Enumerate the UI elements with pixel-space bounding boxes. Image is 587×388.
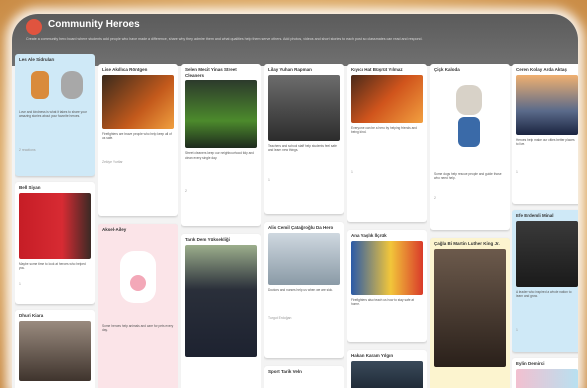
- post-title: Selen Mecit Yinas Street Cleaners: [185, 67, 237, 78]
- post-image: [19, 64, 91, 107]
- post-image: [102, 234, 174, 321]
- post-title: Aksel-Ailey: [102, 227, 127, 232]
- post-card[interactable]: Sport Tarik Veln: [264, 366, 344, 388]
- post-image: [102, 74, 174, 129]
- post-image: [185, 80, 257, 148]
- post-meta: Zekiye Yurtlar: [102, 159, 123, 164]
- post-meta: Turgut Erdoğan: [268, 315, 292, 320]
- post-meta: 2 reactions: [19, 147, 36, 152]
- post-card[interactable]: Lise Akıllıca Röntgen Firefighters are b…: [98, 64, 178, 216]
- post-card[interactable]: Alis Cemil Çatağroğlu Da Hero Doctors an…: [264, 222, 344, 358]
- post-card[interactable]: Efe Erdemli Minal A leader who inspired …: [512, 210, 578, 352]
- post-card[interactable]: Dhuri Kiara: [15, 310, 95, 388]
- board-column-7: Ceren Kolay Arda Aktaş Heroes help make …: [512, 54, 578, 388]
- post-card[interactable]: Bell Siyan Maybe some time to look at he…: [15, 182, 95, 304]
- post-body: Teachers and school staff help students …: [268, 143, 337, 153]
- post-meta: 1: [516, 327, 518, 332]
- post-card[interactable]: Aksel-Ailey Some heroes help animals and…: [98, 224, 178, 388]
- post-image: [351, 360, 423, 388]
- post-title: Lilay Yuhan Rapman: [268, 67, 312, 72]
- post-title: Ana Yaşlık İlçrük: [351, 233, 387, 238]
- post-image: [434, 248, 506, 367]
- post-title: Kıyıcı Hat Büşrüt Yılmaz: [351, 67, 403, 72]
- board-column-6: Çiçk Kaloda Some dogs help rescue people…: [430, 54, 510, 388]
- post-image: [434, 74, 506, 169]
- post-title: Bell Siyan: [19, 185, 41, 190]
- post-meta: 1: [268, 177, 270, 182]
- post-title: Lise Akıllıca Röntgen: [102, 67, 148, 72]
- post-card[interactable]: Hakan Karam Yılgın: [347, 350, 427, 388]
- post-body: Maybe some time to look at heroes who he…: [19, 261, 86, 271]
- post-card[interactable]: Lilay Yuhan Rapman Teachers and school s…: [264, 64, 344, 214]
- post-body: Some heroes help animals and care for pe…: [102, 323, 174, 333]
- padlet-board: Community Heroes Create a community hero…: [12, 14, 578, 388]
- post-body: Love and kindness is what it takes to sh…: [19, 109, 87, 119]
- post-image: [351, 74, 423, 123]
- board-column-3: Selen Mecit Yinas Street Cleaners Street…: [181, 54, 261, 388]
- post-card[interactable]: Tarık Dem Yüksekliği: [181, 234, 261, 388]
- board-column-1: Les Ale Sidruları Love and kindness is w…: [15, 54, 95, 388]
- post-title: Sport Tarik Veln: [268, 369, 302, 374]
- post-title: Hakan Karam Yılgın: [351, 353, 394, 358]
- board-column-5: Kıyıcı Hat Büşrüt Yılmaz Everyone can be…: [347, 54, 427, 388]
- post-image: [19, 320, 91, 381]
- post-body: A leader who inspired a whole nation to …: [516, 289, 572, 299]
- post-meta: 2: [434, 195, 436, 200]
- post-card[interactable]: Les Ale Sidruları Love and kindness is w…: [15, 54, 95, 176]
- post-card[interactable]: Çağla Bi Martin Luther King Jr.: [430, 238, 510, 388]
- post-card[interactable]: Selen Mecit Yinas Street Cleaners Street…: [181, 64, 261, 226]
- post-body: Doctors and nurses help us when we are s…: [268, 287, 334, 292]
- post-title: Çağla Bi Martin Luther King Jr.: [434, 241, 500, 246]
- post-image: [268, 232, 340, 285]
- post-meta: 2: [185, 189, 187, 193]
- post-body: Firefighters are brave people who help k…: [102, 131, 172, 141]
- post-image: [516, 74, 578, 135]
- post-title: Tarık Dem Yüksekliği: [185, 237, 230, 242]
- post-body: Heroes help make our cities better place…: [516, 137, 575, 147]
- board-logo-icon[interactable]: [26, 19, 42, 35]
- post-title: Efe Erdemli Minal: [516, 213, 554, 218]
- post-title: Ceren Kolay Arda Aktaş: [516, 67, 567, 72]
- post-body: Street cleaners keep our neighbourhood t…: [185, 151, 254, 160]
- post-meta: 1: [351, 169, 353, 174]
- post-image: [268, 74, 340, 141]
- post-body: Everyone can be a hero by helping friend…: [351, 125, 417, 135]
- post-card[interactable]: Eylin Demirci: [512, 358, 578, 388]
- post-title: Dhuri Kiara: [19, 313, 44, 318]
- post-card[interactable]: Kıyıcı Hat Büşrüt Yılmaz Everyone can be…: [347, 64, 427, 222]
- post-image: [351, 240, 423, 295]
- post-title: Çiçk Kaloda: [434, 67, 460, 72]
- post-card[interactable]: Ana Yaşlık İlçrük Firefighters also teac…: [347, 230, 427, 342]
- post-title: Alis Cemil Çatağroğlu Da Hero: [268, 225, 334, 230]
- post-image: [185, 244, 257, 357]
- board-column-2: Lise Akıllıca Röntgen Firefighters are b…: [98, 54, 178, 388]
- post-title: Les Ale Sidruları: [19, 57, 55, 62]
- post-meta: 1: [516, 169, 518, 174]
- board-column-4: Lilay Yuhan Rapman Teachers and school s…: [264, 54, 344, 388]
- post-image: [516, 220, 578, 287]
- post-image: [19, 192, 91, 259]
- post-image: [516, 368, 578, 388]
- board-title: Community Heroes: [48, 19, 140, 30]
- post-body: Firefighters also teach us how to stay s…: [351, 297, 415, 307]
- post-card[interactable]: Çiçk Kaloda Some dogs help rescue people…: [430, 64, 510, 230]
- post-body: Some dogs help rescue people and guide t…: [434, 171, 502, 181]
- post-title: Eylin Demirci: [516, 361, 545, 366]
- post-meta: 1: [19, 281, 21, 286]
- post-card[interactable]: Ceren Kolay Arda Aktaş Heroes help make …: [512, 64, 578, 204]
